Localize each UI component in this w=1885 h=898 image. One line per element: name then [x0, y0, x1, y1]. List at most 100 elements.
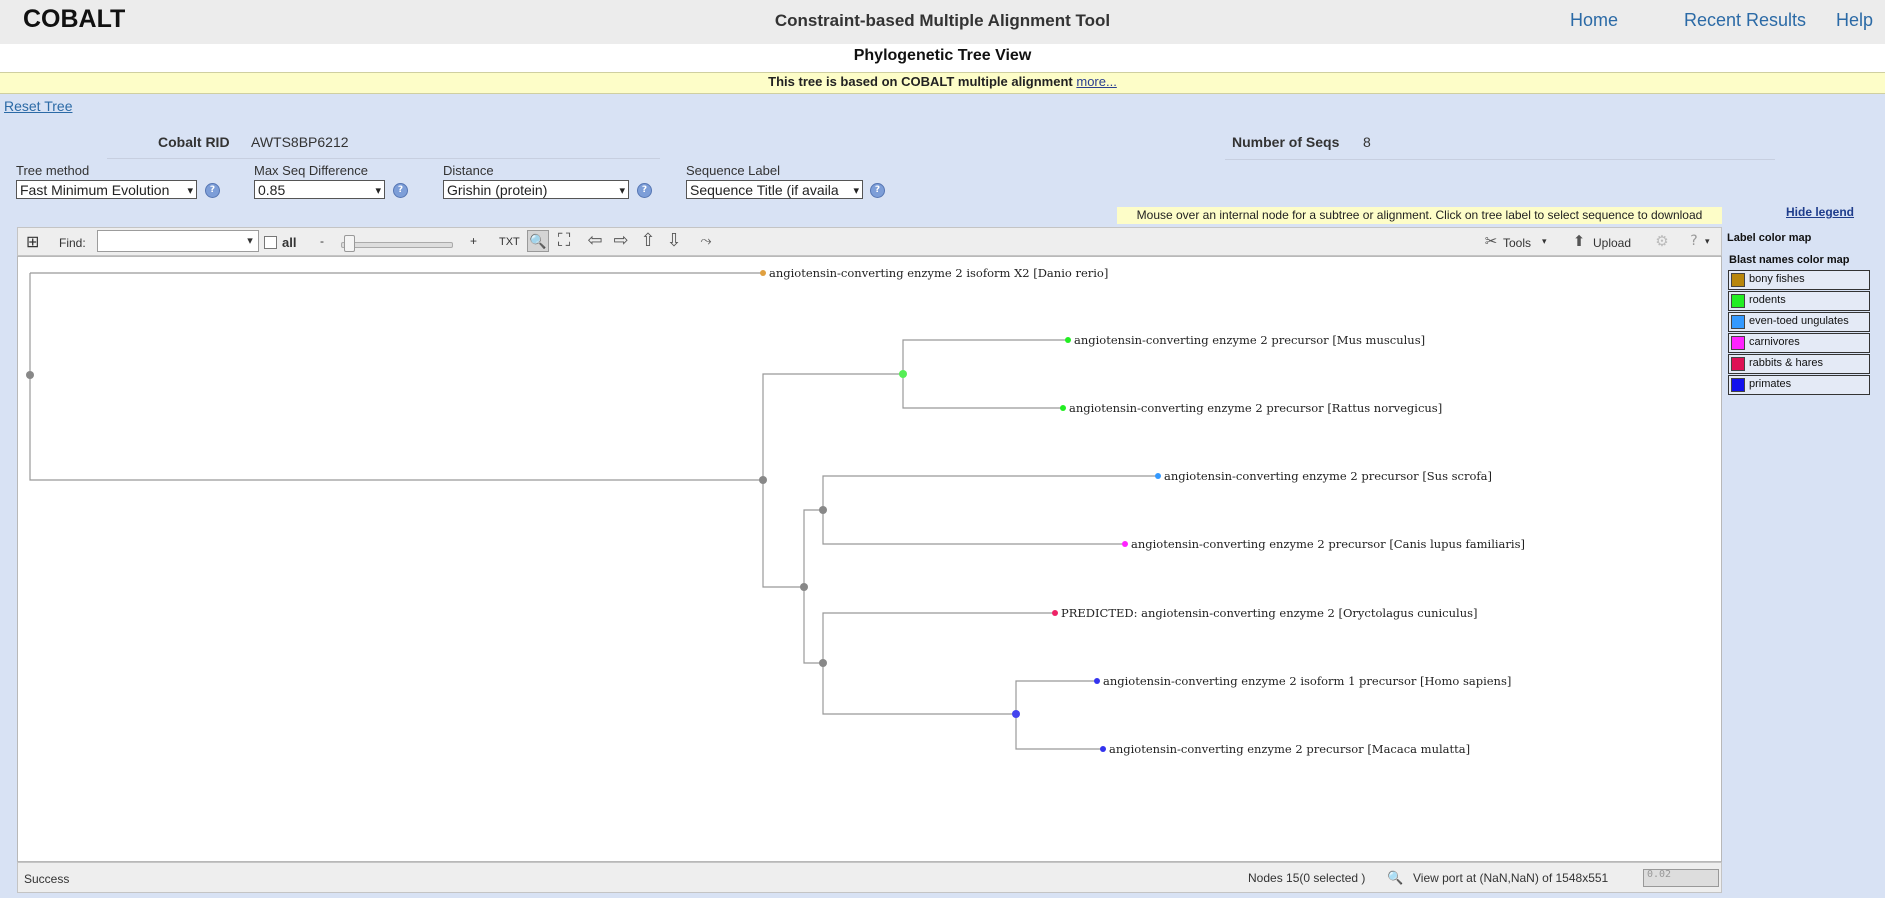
alignment-notice: This tree is based on COBALT multiple al…: [0, 72, 1885, 94]
leaf-dot: [1122, 541, 1128, 547]
legend-label: rodents: [1749, 294, 1786, 306]
branch-primates: [822, 663, 1016, 715]
expand-icon[interactable]: ⊞: [26, 232, 39, 252]
legend-swatch: [1731, 294, 1745, 308]
nav-home-link[interactable]: Home: [1570, 10, 1618, 31]
divider: [107, 158, 660, 159]
txt-button[interactable]: TXT: [499, 236, 520, 248]
max-seq-diff-label: Max Seq Difference: [254, 163, 368, 178]
nseq-label: Number of Seqs: [1232, 134, 1340, 150]
notice-text: This tree is based on COBALT multiple al…: [768, 74, 1073, 89]
leaf-label[interactable]: angiotensin-converting enzyme 2 isoform …: [769, 266, 1108, 280]
legend-label: carnivores: [1749, 336, 1800, 348]
all-label: all: [282, 235, 297, 250]
upload-icon[interactable]: ⬆: [1568, 230, 1590, 252]
nav-recent-results-link[interactable]: Recent Results: [1684, 10, 1806, 31]
nseq-value: 8: [1363, 134, 1371, 150]
zoom-out-button[interactable]: -: [320, 234, 324, 248]
arrow-down-icon[interactable]: ⇩: [663, 230, 685, 252]
zoom-slider[interactable]: [341, 242, 453, 248]
arrow-right-icon[interactable]: ⇨: [610, 230, 632, 252]
leaf-dot: [1155, 473, 1161, 479]
branch-rodents: [762, 373, 903, 480]
phylogenetic-tree[interactable]: angiotensin-converting enzyme 2 isoform …: [18, 257, 1721, 861]
reset-tree-link[interactable]: Reset Tree: [4, 98, 72, 114]
help-icon[interactable]: ?: [205, 183, 220, 198]
chevron-down-icon[interactable]: ▾: [242, 231, 258, 251]
divider: [1225, 159, 1775, 160]
arrow-up-icon[interactable]: ⇧: [637, 230, 659, 252]
viewport-info: View port at (NaN,NaN) of 1548x551: [1413, 871, 1609, 885]
leaf-dot: [1052, 610, 1058, 616]
legend-item: even-toed ungulates: [1728, 312, 1870, 332]
legend-item: primates: [1728, 375, 1870, 395]
notice-more-link[interactable]: more...: [1076, 74, 1116, 89]
tree-canvas[interactable]: angiotensin-converting enzyme 2 isoform …: [17, 256, 1722, 862]
chevron-down-icon: ▾: [853, 185, 859, 197]
leaf-label[interactable]: angiotensin-converting enzyme 2 precurso…: [1109, 742, 1470, 756]
status-text: Success: [24, 872, 70, 886]
legend-swatch: [1731, 357, 1745, 371]
find-input[interactable]: [97, 230, 259, 252]
zoom-slider-handle[interactable]: [344, 235, 355, 252]
leaf-label[interactable]: angiotensin-converting enzyme 2 precurso…: [1074, 333, 1425, 347]
all-checkbox[interactable]: [264, 236, 277, 249]
help-icon[interactable]: ?: [870, 183, 885, 198]
legend-item: rabbits & hares: [1728, 354, 1870, 374]
branch-homo: [1015, 680, 1097, 714]
leaf-label[interactable]: PREDICTED: angiotensin-converting enzyme…: [1061, 606, 1478, 620]
chevron-down-icon: ▾: [619, 185, 625, 197]
branch-rattus: [902, 374, 1063, 409]
upload-button[interactable]: Upload: [1593, 236, 1631, 250]
leaf-label[interactable]: angiotensin-converting enzyme 2 isoform …: [1103, 674, 1511, 688]
leaf-dot: [1065, 337, 1071, 343]
leaf-label[interactable]: angiotensin-converting enzyme 2 precurso…: [1164, 469, 1492, 483]
tree-node: [819, 659, 827, 667]
tree-method-select[interactable]: Fast Minimum Evolution ▾: [16, 180, 197, 199]
find-label: Find:: [59, 236, 86, 250]
legend-swatch: [1731, 378, 1745, 392]
help-icon[interactable]: ?: [637, 183, 652, 198]
pointer-tool-icon[interactable]: ⤳: [695, 230, 717, 252]
hide-legend-link[interactable]: Hide legend: [1786, 205, 1854, 219]
legend-swatch: [1731, 273, 1745, 287]
branch-euarch: [803, 587, 823, 664]
legend-label: even-toed ungulates: [1749, 315, 1849, 327]
fit-to-screen-icon[interactable]: ⛶: [553, 230, 575, 252]
gear-icon[interactable]: ⚙: [1651, 230, 1673, 252]
leaf-labels: angiotensin-converting enzyme 2 isoform …: [769, 266, 1525, 756]
chevron-down-icon: ▾: [187, 185, 193, 197]
leaf-label[interactable]: angiotensin-converting enzyme 2 precurso…: [1131, 537, 1525, 551]
distance-select[interactable]: Grishin (protein) ▾: [443, 180, 629, 199]
arrow-left-icon[interactable]: ⇦: [584, 230, 606, 252]
chevron-down-icon[interactable]: ▾: [1705, 236, 1710, 247]
branch-oryctolagus: [822, 612, 1055, 663]
sequence-label-select[interactable]: Sequence Title (if availa ▾: [686, 180, 863, 199]
tree-branches: [29, 272, 1158, 750]
branch-macaca: [1015, 714, 1103, 750]
legend-item: rodents: [1728, 291, 1870, 311]
legend-label: bony fishes: [1749, 273, 1805, 285]
branch-laur: [803, 509, 823, 587]
tree-node: [800, 583, 808, 591]
sequence-label-label: Sequence Label: [686, 163, 780, 178]
legend-label: rabbits & hares: [1749, 357, 1823, 369]
leaf-dot: [1094, 678, 1100, 684]
branch-mus: [902, 339, 1068, 374]
max-seq-diff-select[interactable]: 0.85 ▾: [254, 180, 385, 199]
magnify-icon[interactable]: 🔍: [527, 230, 549, 252]
tree-hint: Mouse over an internal node for a subtre…: [1117, 207, 1722, 224]
help-icon[interactable]: ?: [393, 183, 408, 198]
nav-help-link[interactable]: Help: [1836, 10, 1873, 31]
tools-icon[interactable]: ✂: [1480, 230, 1502, 252]
leaf-dot: [760, 270, 766, 276]
chevron-down-icon[interactable]: ▾: [1542, 236, 1547, 247]
leaf-label[interactable]: angiotensin-converting enzyme 2 precurso…: [1069, 401, 1442, 415]
tools-menu-button[interactable]: Tools: [1503, 236, 1531, 250]
help-menu-icon[interactable]: ?: [1683, 230, 1705, 252]
legend-item: carnivores: [1728, 333, 1870, 353]
root-branch: [29, 273, 763, 481]
zoom-in-button[interactable]: +: [470, 234, 477, 248]
magnify-icon: 🔍: [1387, 870, 1404, 885]
node-count: Nodes 15(0 selected ): [1248, 871, 1366, 885]
